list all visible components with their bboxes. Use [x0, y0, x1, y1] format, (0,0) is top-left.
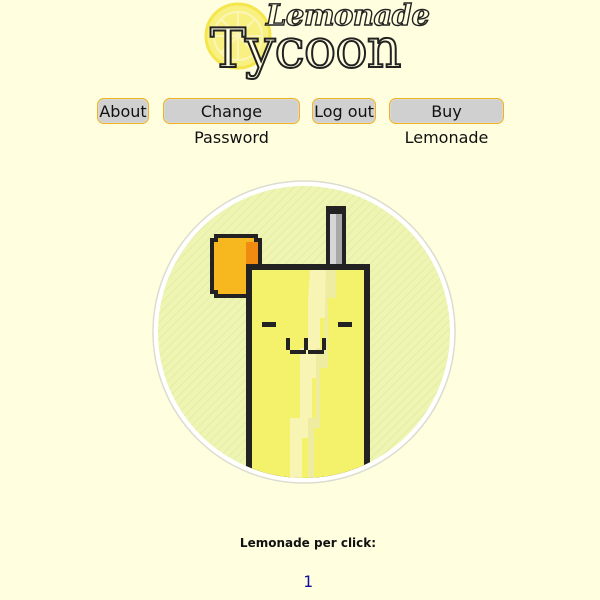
buy-lemonade-button[interactable]: Buy Lemonade — [389, 98, 504, 147]
logo-main-word: Tycoon — [209, 17, 403, 81]
page: Lemonade Tycoon About Change Password Lo… — [0, 0, 600, 600]
lemonade-click-target[interactable] — [150, 178, 458, 486]
lemonade-glass-icon — [152, 180, 456, 484]
change-password-button[interactable]: Change Password — [163, 98, 300, 147]
log-out-button[interactable]: Log out — [312, 98, 376, 124]
per-click-label: Lemonade per click: — [239, 536, 377, 550]
per-click-value: 1 — [303, 572, 313, 591]
about-button[interactable]: About — [97, 98, 149, 124]
logo: Lemonade Tycoon — [200, 0, 431, 86]
nav-bar: About Change Password Log out Buy Lemona… — [0, 98, 600, 147]
